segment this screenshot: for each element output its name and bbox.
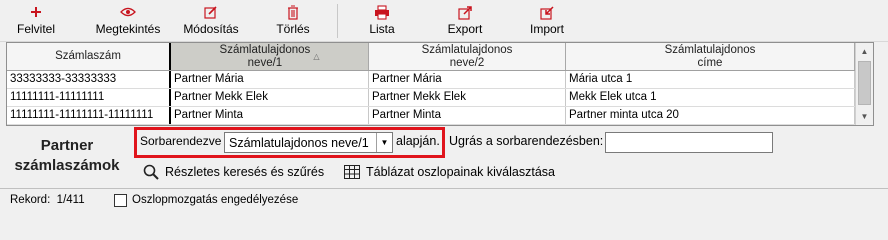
eye-icon [120,3,136,21]
column-header-label: Számlatulajdonos neve/1 [219,43,311,69]
printer-icon [374,3,390,21]
page-title-line2: számlaszámok [14,157,120,174]
new-button-label: Felvitel [16,22,55,36]
table-row[interactable]: 11111111-11111111 Partner Mekk Elek Part… [7,89,855,107]
column-select-button[interactable]: Táblázat oszlopainak kiválasztása [343,162,555,182]
cell-owner-name-1[interactable]: Partner Mekk Elek [171,89,369,106]
import-button[interactable]: Import [524,3,570,39]
edit-button-label: Módosítás [183,22,239,36]
record-counter: Rekord: 1/411 [10,194,85,206]
record-label: Rekord: [10,194,51,206]
jump-label: Ugrás a sorbarendezésben: [449,134,604,148]
table-icon [343,163,361,181]
column-header-account-number[interactable]: Számlaszám [7,43,171,70]
plus-icon [29,3,43,21]
column-select-label: Táblázat oszlopainak kiválasztása [366,165,555,179]
column-header-label: Számlatulajdonos címe [664,43,756,69]
search-filter-button[interactable]: Részletes keresés és szűrés [142,162,324,182]
cell-owner-name-2[interactable]: Partner Mekk Elek [369,89,566,106]
view-button[interactable]: Megtekintés [92,3,164,39]
edit-icon [204,3,218,21]
list-button-label: Lista [369,22,395,36]
cell-owner-address[interactable]: Mekk Elek utca 1 [566,89,855,106]
cell-owner-address[interactable]: Mária utca 1 [566,71,855,88]
table-header: Számlaszám Számlatulajdonos neve/1 △ Szám… [7,43,855,71]
cell-owner-name-2[interactable]: Partner Mária [369,71,566,88]
status-bar: Rekord: 1/411 Oszlopmozgatás engedélyezé… [0,188,888,210]
jump-input[interactable] [605,132,773,153]
column-header-owner-name-1[interactable]: Számlatulajdonos neve/1 △ [171,43,369,70]
sort-column-select[interactable]: Számlatulajdonos neve/1 ▼ [224,132,393,153]
scroll-down-icon[interactable]: ▼ [856,108,873,125]
trash-icon [287,3,299,21]
chevron-down-icon[interactable]: ▼ [376,133,392,152]
scroll-up-icon[interactable]: ▲ [856,43,873,60]
export-button-label: Export [447,22,483,36]
delete-button[interactable]: Törlés [270,3,316,39]
account-table[interactable]: Számlaszám Számlatulajdonos neve/1 △ Szám… [6,42,874,126]
table-row[interactable]: 11111111-11111111-11111111 Partner Minta… [7,107,855,125]
edit-button[interactable]: Módosítás [178,3,244,39]
column-header-owner-name-2[interactable]: Számlatulajdonos neve/2 [369,43,566,70]
view-button-label: Megtekintés [95,22,161,36]
vertical-scrollbar[interactable]: ▲ ▼ [855,43,873,125]
toolbar: Felvitel Megtekintés Módosítás Törlés Li… [0,0,888,42]
cell-account-number[interactable]: 33333333-33333333 [7,71,171,88]
scrollbar-thumb[interactable] [858,61,871,105]
cell-account-number[interactable]: 11111111-11111111-11111111 [7,107,171,124]
table-row[interactable]: 33333333-33333333 Partner Mária Partner … [7,71,855,89]
cell-owner-name-2[interactable]: Partner Minta [369,107,566,124]
column-move-checkbox[interactable] [114,194,127,207]
sort-ascending-icon: △ [313,52,320,61]
table-body: 33333333-33333333 Partner Mária Partner … [7,71,855,125]
import-icon [539,3,555,21]
list-button[interactable]: Lista [362,3,402,39]
search-filter-label: Részletes keresés és szűrés [165,165,325,179]
export-icon [457,3,473,21]
page-title: Partner számlaszámok [8,136,126,176]
page-title-line1: Partner [40,137,94,154]
export-button[interactable]: Export [440,3,490,39]
toolbar-separator [337,4,338,38]
column-header-label: Számlatulajdonos neve/2 [421,43,513,69]
column-move-label[interactable]: Oszlopmozgatás engedélyezése [132,194,298,206]
column-header-label: Számlaszám [55,50,121,62]
column-header-owner-address[interactable]: Számlatulajdonos címe [566,43,855,70]
sort-suffix-label: alapján. [396,134,440,148]
cell-account-number[interactable]: 11111111-11111111 [7,89,171,106]
record-value: 1/411 [56,194,85,206]
new-button[interactable]: Felvitel [16,3,56,39]
sort-label: Sorbarendezve [140,134,222,148]
cell-owner-name-1[interactable]: Partner Minta [171,107,369,124]
sort-column-value: Számlatulajdonos neve/1 [229,136,369,150]
delete-button-label: Törlés [276,22,310,36]
import-button-label: Import [529,22,564,36]
cell-owner-address[interactable]: Partner minta utca 20 [566,107,855,124]
cell-owner-name-1[interactable]: Partner Mária [171,71,369,88]
search-icon [142,163,160,181]
